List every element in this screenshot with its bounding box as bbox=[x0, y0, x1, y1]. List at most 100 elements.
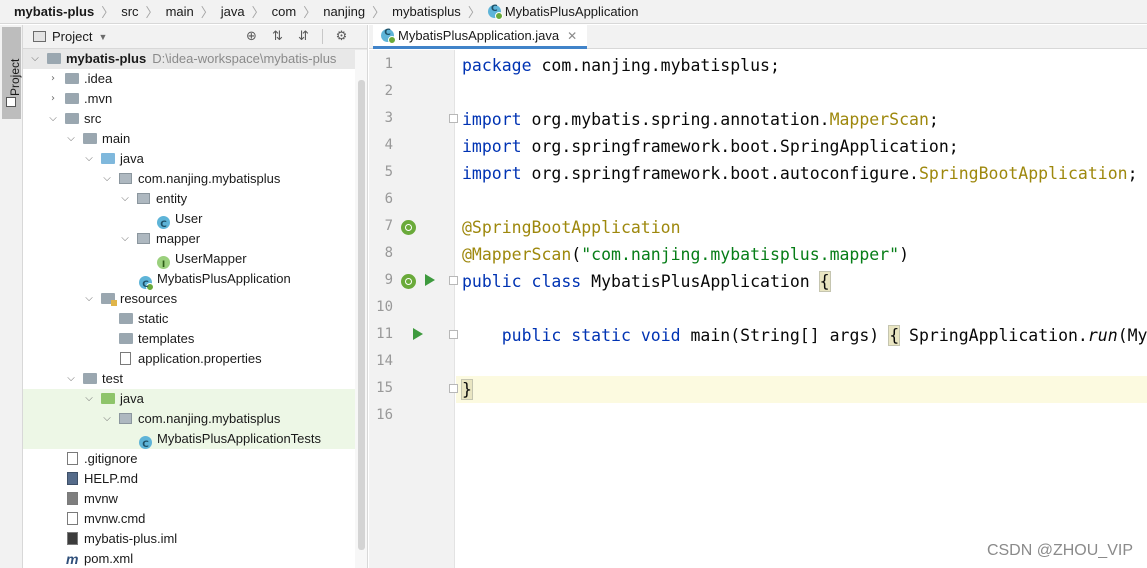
spring-bean-icon[interactable] bbox=[401, 274, 416, 289]
tree-item[interactable]: m pom.xml bbox=[23, 549, 367, 568]
breadcrumb-item[interactable]: com bbox=[272, 4, 297, 19]
tree-item-label: src bbox=[84, 111, 102, 126]
tree-item[interactable]: .gitignore bbox=[23, 449, 367, 469]
tree-item[interactable]: static bbox=[23, 309, 367, 329]
spring-class-icon bbox=[381, 28, 396, 44]
editor-tab[interactable]: MybatisPlusApplication.java ✕ bbox=[373, 25, 588, 49]
chevron-down-icon[interactable]: ⌵ bbox=[65, 369, 77, 389]
editor-tab-bar: MybatisPlusApplication.java ✕ bbox=[369, 25, 1147, 49]
spring-bean-icon[interactable] bbox=[401, 220, 416, 235]
tree-item[interactable]: ⌵ com.nanjing.mybatisplus bbox=[23, 409, 367, 429]
chevron-down-icon[interactable]: ▼ bbox=[98, 32, 107, 42]
tree-item-label: java bbox=[120, 151, 144, 166]
breadcrumb-item[interactable]: mybatis-plus bbox=[14, 4, 94, 19]
chevron-right-icon[interactable]: › bbox=[47, 89, 59, 109]
vertical-scrollbar[interactable] bbox=[355, 50, 367, 568]
current-line-highlight bbox=[456, 376, 1147, 403]
tree-item-label: mapper bbox=[156, 231, 201, 246]
module-file-icon bbox=[67, 532, 78, 545]
tree-item[interactable]: mvnw.cmd bbox=[23, 509, 367, 529]
tree-item[interactable]: templates bbox=[23, 329, 367, 349]
tree-item-label: resources bbox=[120, 291, 178, 306]
tree-item[interactable]: mvnw bbox=[23, 489, 367, 509]
line-number: 11 bbox=[376, 326, 393, 342]
tree-item-root[interactable]: ⌵ mybatis-plus D:\idea-workspace\mybatis-… bbox=[23, 49, 367, 69]
line-number: 4 bbox=[384, 137, 393, 153]
fold-icon[interactable] bbox=[449, 384, 458, 393]
fold-icon[interactable] bbox=[449, 114, 458, 123]
tree-item[interactable]: ⌵ mapper bbox=[23, 229, 367, 249]
chevron-down-icon[interactable]: ⌵ bbox=[47, 109, 59, 129]
breadcrumb-item[interactable]: mybatisplus bbox=[392, 4, 461, 19]
tree-item[interactable]: ⌵ test bbox=[23, 369, 367, 389]
properties-file-icon bbox=[120, 352, 131, 365]
tree-item-label: .gitignore bbox=[84, 451, 138, 466]
gear-icon[interactable]: ⚙ bbox=[334, 29, 349, 44]
project-stripe-icon bbox=[6, 97, 16, 107]
chevron-right-icon[interactable]: › bbox=[47, 69, 59, 89]
tree-item-label: mvnw bbox=[84, 491, 118, 506]
tree-item[interactable]: › .idea bbox=[23, 69, 367, 89]
tree-item[interactable]: ⌵ java bbox=[23, 389, 367, 409]
expand-all-icon[interactable]: ⇅ bbox=[270, 29, 285, 44]
test-class-icon bbox=[139, 435, 152, 455]
tree-item[interactable]: ⌵ com.nanjing.mybatisplus bbox=[23, 169, 367, 189]
line-number: 3 bbox=[384, 110, 393, 126]
tree-item[interactable]: ⌵ src bbox=[23, 109, 367, 129]
chevron-down-icon[interactable]: ⌵ bbox=[101, 409, 113, 429]
chevron-down-icon[interactable]: ⌵ bbox=[65, 129, 77, 149]
tree-item[interactable]: mybatis-plus.iml bbox=[23, 529, 367, 549]
line-number: 15 bbox=[376, 380, 393, 396]
code-line: package com.nanjing.mybatisplus; bbox=[462, 56, 780, 75]
close-icon[interactable]: ✕ bbox=[567, 29, 577, 43]
locate-icon[interactable]: ⊕ bbox=[244, 29, 259, 44]
tree-item[interactable]: User bbox=[23, 209, 367, 235]
breadcrumb-item[interactable]: src bbox=[121, 4, 138, 19]
code-line: import org.springframework.boot.SpringAp… bbox=[462, 137, 959, 156]
code-editor[interactable]: 1 2 3 4 5 6 7 8 9 10 11 14 15 16 package… bbox=[369, 50, 1147, 568]
breadcrumb-item[interactable]: main bbox=[166, 4, 194, 19]
chevron-down-icon[interactable]: ⌵ bbox=[83, 289, 95, 309]
tree-item[interactable]: UserMapper bbox=[23, 249, 367, 275]
tree-item[interactable]: MybatisPlusApplication bbox=[23, 269, 367, 295]
breadcrumb-item[interactable]: nanjing bbox=[323, 4, 365, 19]
tree-item[interactable]: ⌵ main bbox=[23, 129, 367, 149]
scrollbar-thumb[interactable] bbox=[358, 80, 365, 550]
code-line: @SpringBootApplication bbox=[462, 218, 681, 237]
fold-icon[interactable] bbox=[449, 276, 458, 285]
shell-file-icon bbox=[67, 492, 78, 505]
class-icon bbox=[157, 215, 170, 235]
collapse-all-icon[interactable]: ⇵ bbox=[296, 29, 311, 44]
run-icon[interactable] bbox=[425, 274, 435, 286]
tree-item[interactable]: MybatisPlusApplicationTests bbox=[23, 429, 367, 455]
breadcrumb-current[interactable]: MybatisPlusApplication bbox=[505, 4, 639, 19]
line-number: 7 bbox=[384, 218, 393, 234]
line-number: 16 bbox=[376, 407, 393, 423]
chevron-down-icon[interactable]: ⌵ bbox=[101, 169, 113, 189]
tree-item-label: static bbox=[138, 311, 169, 326]
chevron-down-icon[interactable]: ⌵ bbox=[119, 189, 131, 209]
tree-item[interactable]: application.properties bbox=[23, 349, 367, 369]
tree-item[interactable]: ⌵ entity bbox=[23, 189, 367, 209]
code-line: } bbox=[461, 379, 473, 400]
chevron-down-icon[interactable]: ⌵ bbox=[83, 389, 95, 409]
fold-icon[interactable] bbox=[449, 330, 458, 339]
tree-item-label: HELP.md bbox=[84, 471, 138, 486]
tree-item-label: MybatisPlusApplication bbox=[157, 271, 291, 286]
folder-icon bbox=[65, 93, 79, 104]
tree-item-label: mybatis-plus.iml bbox=[84, 531, 178, 546]
tree-item[interactable]: ⌵ resources bbox=[23, 289, 367, 309]
chevron-down-icon[interactable]: ⌵ bbox=[119, 229, 131, 249]
chevron-down-icon[interactable]: ⌵ bbox=[29, 49, 41, 69]
project-panel: Project ▼ ⊕ ⇅ ⇵ ⚙ ⌵ mybatis-plus D:\idea-… bbox=[23, 25, 368, 568]
tree-item[interactable]: › .mvn bbox=[23, 89, 367, 109]
chevron-down-icon[interactable]: ⌵ bbox=[83, 149, 95, 169]
code-line: import org.springframework.boot.autoconf… bbox=[462, 164, 1138, 183]
breadcrumb-item[interactable]: java bbox=[221, 4, 245, 19]
run-icon[interactable] bbox=[413, 328, 423, 340]
project-view-selector[interactable]: Project bbox=[52, 29, 92, 44]
tree-item-label: com.nanjing.mybatisplus bbox=[138, 411, 281, 426]
tree-item[interactable]: HELP.md bbox=[23, 469, 367, 489]
line-number: 6 bbox=[384, 191, 393, 207]
tree-item[interactable]: ⌵ java bbox=[23, 149, 367, 169]
